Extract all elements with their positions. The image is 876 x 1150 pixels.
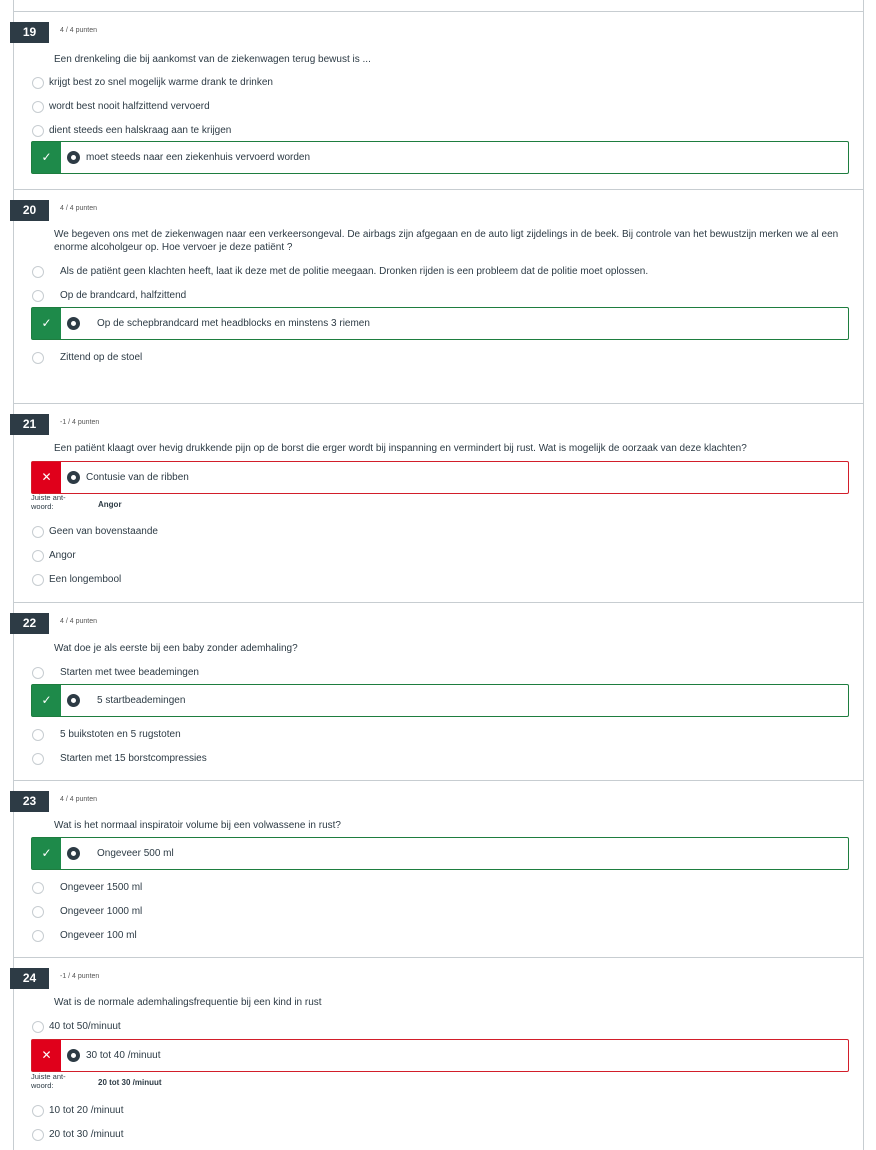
option-label: Angor: [49, 550, 76, 561]
selected-label: moet steeds naar een ziekenhuis vervoerd…: [86, 152, 311, 163]
question-points: -1 / 4 punten: [60, 973, 100, 980]
selected-radio: [67, 847, 80, 860]
radio-button[interactable]: [32, 1021, 44, 1033]
radio-button[interactable]: [32, 574, 44, 586]
selected-label: 5 startbeademingen: [97, 695, 186, 706]
question-number: 20: [10, 200, 49, 221]
question-24: 24 -1 / 4 punten Wat is de normale ademh…: [10, 957, 864, 1150]
correct-answer-value: Angor: [98, 500, 122, 509]
radio-button[interactable]: [32, 352, 44, 364]
selected-label: Ongeveer 500 ml: [97, 848, 174, 859]
option-label: 5 buikstoten en 5 rugstoten: [60, 729, 181, 740]
selected-radio: [67, 471, 80, 484]
question-text: Een patiënt klaagt over hevig drukkende …: [54, 443, 747, 454]
check-icon: ✓: [32, 142, 61, 173]
question-number: 22: [10, 613, 49, 634]
radio-button[interactable]: [32, 77, 44, 89]
radio-button[interactable]: [32, 125, 44, 137]
check-icon: ✓: [32, 308, 61, 339]
option-label: Ongeveer 1000 ml: [60, 906, 143, 917]
option-label: Zittend op de stoel: [60, 352, 143, 363]
radio-button[interactable]: [32, 290, 44, 302]
option-label: 20 tot 30 /minuut: [49, 1129, 124, 1140]
question-text: We begeven ons met de ziekenwagen naar e…: [54, 229, 839, 253]
question-text: Wat doe je als eerste bij een baby zonde…: [54, 643, 298, 654]
question-points: 4 / 4 punten: [60, 618, 97, 625]
question-19: 19 4 / 4 punten Een drenkeling die bij a…: [10, 11, 864, 189]
selected-answer-correct: ✓ Op de schepbrandcard met headblocks en…: [31, 307, 849, 340]
radio-button[interactable]: [32, 667, 44, 679]
radio-button[interactable]: [32, 882, 44, 894]
cross-icon: ✕: [32, 1040, 61, 1071]
option-label: 40 tot 50/minuut: [49, 1021, 121, 1032]
question-points: 4 / 4 punten: [60, 205, 97, 212]
question-number: 23: [10, 791, 49, 812]
question-number: 24: [10, 968, 49, 989]
question-23: 23 4 / 4 punten Wat is het normaal inspi…: [10, 780, 864, 957]
option-label: krijgt best zo snel mogelijk warme drank…: [49, 77, 273, 88]
radio-button[interactable]: [32, 930, 44, 942]
correct-answer-caption: Juiste ant-woord:: [31, 1072, 66, 1090]
check-icon: ✓: [32, 838, 61, 869]
option-label: Ongeveer 1500 ml: [60, 882, 143, 893]
radio-button[interactable]: [32, 266, 44, 278]
option-label: dient steeds een halskraag aan te krijge…: [49, 125, 232, 136]
option-label: wordt best nooit halfzittend vervoerd: [49, 101, 210, 112]
radio-button[interactable]: [32, 729, 44, 741]
selected-answer-correct: ✓ 5 startbeademingen: [31, 684, 849, 717]
check-icon: ✓: [32, 685, 61, 716]
question-points: -1 / 4 punten: [60, 419, 100, 426]
selected-radio: [67, 1049, 80, 1062]
selected-label: Op de schepbrandcard met headblocks en m…: [97, 318, 370, 329]
selected-answer-wrong: ✕ Contusie van de ribben: [31, 461, 849, 494]
selected-answer-correct: ✓ Ongeveer 500 ml: [31, 837, 849, 870]
correct-answer-value: 20 tot 30 /minuut: [98, 1078, 162, 1087]
option-label: Starten met twee beademingen: [60, 667, 199, 678]
radio-button[interactable]: [32, 906, 44, 918]
selected-radio: [67, 151, 80, 164]
option-label: Als de patiënt geen klachten heeft, laat…: [60, 266, 649, 277]
radio-button[interactable]: [32, 753, 44, 765]
radio-button[interactable]: [32, 526, 44, 538]
option-label: Op de brandcard, halfzittend: [60, 290, 187, 301]
radio-button[interactable]: [32, 101, 44, 113]
option-label: 10 tot 20 /minuut: [49, 1105, 124, 1116]
question-number: 21: [10, 414, 49, 435]
cross-icon: ✕: [32, 462, 61, 493]
question-22: 22 4 / 4 punten Wat doe je als eerste bi…: [10, 602, 864, 780]
radio-button[interactable]: [32, 1105, 44, 1117]
radio-button[interactable]: [32, 1129, 44, 1141]
selected-answer-correct: ✓ moet steeds naar een ziekenhuis vervoe…: [31, 141, 849, 174]
radio-button[interactable]: [32, 550, 44, 562]
question-text: Een drenkeling die bij aankomst van de z…: [54, 54, 371, 65]
selected-radio: [67, 317, 80, 330]
question-text: Wat is het normaal inspiratoir volume bi…: [54, 820, 341, 831]
option-label: Geen van bovenstaande: [49, 526, 158, 537]
selected-label: 30 tot 40 /minuut: [86, 1050, 161, 1061]
option-label: Ongeveer 100 ml: [60, 930, 137, 941]
question-points: 4 / 4 punten: [60, 796, 97, 803]
option-label: Starten met 15 borstcompressies: [60, 753, 207, 764]
correct-answer-caption: Juiste ant-woord:: [31, 493, 66, 511]
selected-label: Contusie van de ribben: [86, 472, 189, 483]
question-21: 21 -1 / 4 punten Een patiënt klaagt over…: [10, 403, 864, 602]
question-number: 19: [10, 22, 49, 43]
selected-answer-wrong: ✕ 30 tot 40 /minuut: [31, 1039, 849, 1072]
question-text: Wat is de normale ademhalingsfrequentie …: [54, 997, 322, 1008]
question-points: 4 / 4 punten: [60, 27, 97, 34]
selected-radio: [67, 694, 80, 707]
option-label: Een longembool: [49, 574, 122, 585]
question-20: 20 4 / 4 punten We begeven ons met de zi…: [10, 189, 864, 403]
